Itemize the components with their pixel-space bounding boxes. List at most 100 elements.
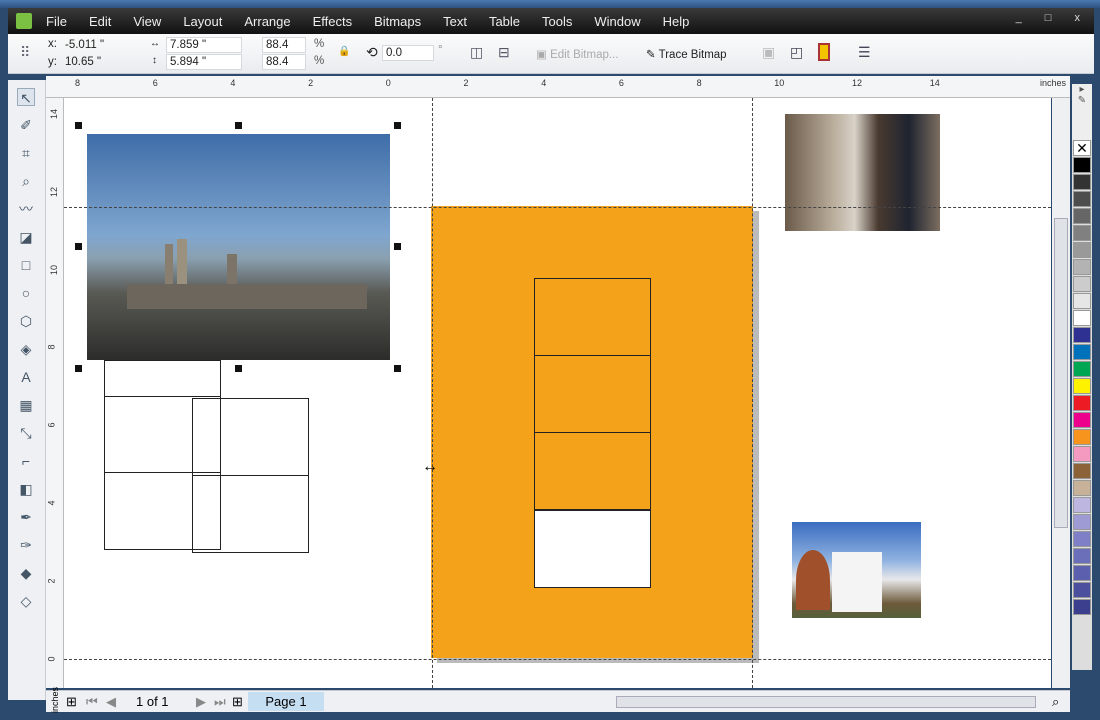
no-color-swatch[interactable]: ✕ xyxy=(1073,140,1091,156)
color-swatch[interactable] xyxy=(1073,412,1091,428)
horizontal-scroll-thumb[interactable] xyxy=(616,696,1036,708)
basic-shapes-icon[interactable]: ◈ xyxy=(17,340,35,358)
lock-ratio-icon[interactable]: 🔒 xyxy=(338,46,350,57)
selection-handle[interactable] xyxy=(75,365,82,372)
color-swatch[interactable] xyxy=(1073,497,1091,513)
text-tool-icon[interactable]: A xyxy=(17,368,35,386)
guideline-vertical[interactable] xyxy=(752,98,753,688)
last-page-icon[interactable]: ⏭ xyxy=(214,694,226,710)
color-swatch[interactable] xyxy=(1073,259,1091,275)
trace-bitmap-button[interactable]: ✎ Trace Bitmap xyxy=(646,47,727,61)
color-swatch[interactable] xyxy=(1073,276,1091,292)
color-swatch[interactable] xyxy=(1073,310,1091,326)
selection-handle[interactable] xyxy=(235,122,242,129)
selection-handle[interactable] xyxy=(394,243,401,250)
color-swatch[interactable] xyxy=(1073,565,1091,581)
reference-point-icon[interactable]: ⠿ xyxy=(20,44,30,61)
table-cell[interactable] xyxy=(534,355,651,433)
fill-tool-icon[interactable]: ◆ xyxy=(17,564,35,582)
color-swatch[interactable] xyxy=(1073,378,1091,394)
menu-arrange[interactable]: Arrange xyxy=(244,14,290,29)
dimension-tool-icon[interactable]: ⤡ xyxy=(17,424,35,442)
color-swatch[interactable] xyxy=(1073,582,1091,598)
color-swatch[interactable] xyxy=(1073,157,1091,173)
ellipse-tool-icon[interactable]: ○ xyxy=(17,284,35,302)
table-cell[interactable] xyxy=(534,432,651,510)
scale-y-field[interactable]: 88.4 xyxy=(262,54,306,70)
outline-pen-icon[interactable]: ✑ xyxy=(17,536,35,554)
bitmap-color-mask-icon[interactable] xyxy=(818,43,830,61)
docker-arrow-icon[interactable]: ▸ ✎ xyxy=(1072,84,1092,140)
guideline-vertical[interactable] xyxy=(432,98,433,688)
interactive-fill-icon[interactable]: ◇ xyxy=(17,592,35,610)
color-swatch[interactable] xyxy=(1073,429,1091,445)
connector-tool-icon[interactable]: ⌐ xyxy=(17,452,35,470)
city-skyline-photo[interactable] xyxy=(87,134,390,360)
freehand-tool-icon[interactable]: 〰 xyxy=(17,200,35,218)
zoom-tool-icon[interactable]: ⌕ xyxy=(17,172,35,190)
color-swatch[interactable] xyxy=(1073,531,1091,547)
color-swatch[interactable] xyxy=(1073,191,1091,207)
color-swatch[interactable] xyxy=(1073,208,1091,224)
eyedropper-icon[interactable]: ✒ xyxy=(17,508,35,526)
selection-handle[interactable] xyxy=(235,365,242,372)
polygon-tool-icon[interactable]: ⬡ xyxy=(17,312,35,330)
pick-tool-icon[interactable]: ↖ xyxy=(17,88,35,106)
x-field[interactable]: -5.011 " xyxy=(62,38,142,54)
wrap-text-icon[interactable]: ☰ xyxy=(858,44,871,61)
color-swatch[interactable] xyxy=(1073,361,1091,377)
add-page-after-icon[interactable]: ⊞ xyxy=(232,694,243,710)
prev-page-icon[interactable]: ◀ xyxy=(106,694,116,710)
zoom-icon[interactable]: ⌕ xyxy=(1052,694,1059,710)
horizontal-ruler[interactable]: 8 6 4 2 0 2 4 6 8 10 12 14 inches xyxy=(46,76,1070,98)
menu-effects[interactable]: Effects xyxy=(313,14,353,29)
rectangle-tool-icon[interactable]: □ xyxy=(17,256,35,274)
rectangle[interactable] xyxy=(104,360,221,397)
edit-bitmap-button[interactable]: ▣ Edit Bitmap... xyxy=(536,47,618,61)
mirror-vertical-icon[interactable]: ⊟ xyxy=(498,44,510,61)
guideline-horizontal[interactable] xyxy=(64,659,1051,660)
resample-icon[interactable]: ◰ xyxy=(790,44,803,61)
tab-page-1[interactable]: Page 1 xyxy=(248,692,324,711)
width-field[interactable]: 7.859 " xyxy=(166,37,242,53)
menu-edit[interactable]: Edit xyxy=(89,14,111,29)
menu-table[interactable]: Table xyxy=(489,14,520,29)
vertical-ruler[interactable]: 14 12 10 8 6 4 2 0 xyxy=(46,98,64,688)
rectangle[interactable] xyxy=(192,398,309,476)
color-swatch[interactable] xyxy=(1073,599,1091,615)
menu-bitmaps[interactable]: Bitmaps xyxy=(374,14,421,29)
crop-tool-icon[interactable]: ⌗ xyxy=(17,144,35,162)
menu-tools[interactable]: Tools xyxy=(542,14,572,29)
window-controls[interactable]: _ □ x xyxy=(1016,12,1090,24)
color-swatch[interactable] xyxy=(1073,514,1091,530)
selection-handle[interactable] xyxy=(394,122,401,129)
color-swatch[interactable] xyxy=(1073,242,1091,258)
menu-file[interactable]: File xyxy=(46,14,67,29)
color-swatch[interactable] xyxy=(1073,548,1091,564)
shape-tool-icon[interactable]: ✐ xyxy=(17,116,35,134)
blend-tool-icon[interactable]: ◧ xyxy=(17,480,35,498)
selection-handle[interactable] xyxy=(75,243,82,250)
height-field[interactable]: 5.894 " xyxy=(166,54,242,70)
next-page-icon[interactable]: ▶ xyxy=(196,694,206,710)
vertical-scrollbar[interactable] xyxy=(1052,98,1070,688)
menu-window[interactable]: Window xyxy=(594,14,640,29)
rotation-field[interactable]: 0.0 xyxy=(382,45,434,61)
church-photo[interactable] xyxy=(792,522,921,618)
selection-handle[interactable] xyxy=(394,365,401,372)
color-swatch[interactable] xyxy=(1073,446,1091,462)
color-swatch[interactable] xyxy=(1073,225,1091,241)
rectangle[interactable] xyxy=(192,475,309,553)
color-swatch[interactable] xyxy=(1073,395,1091,411)
drawing-canvas[interactable]: ↔ xyxy=(64,98,1051,688)
table-tool-icon[interactable]: ▦ xyxy=(17,396,35,414)
add-page-before-icon[interactable]: ⊞ xyxy=(66,694,77,710)
color-swatch[interactable] xyxy=(1073,480,1091,496)
smart-fill-icon[interactable]: ◪ xyxy=(17,228,35,246)
first-page-icon[interactable]: ⏮ xyxy=(86,694,98,710)
menu-layout[interactable]: Layout xyxy=(183,14,222,29)
menu-view[interactable]: View xyxy=(133,14,161,29)
crop-bitmap-icon[interactable]: ▣ xyxy=(762,44,775,61)
color-swatch[interactable] xyxy=(1073,327,1091,343)
color-swatch[interactable] xyxy=(1073,344,1091,360)
